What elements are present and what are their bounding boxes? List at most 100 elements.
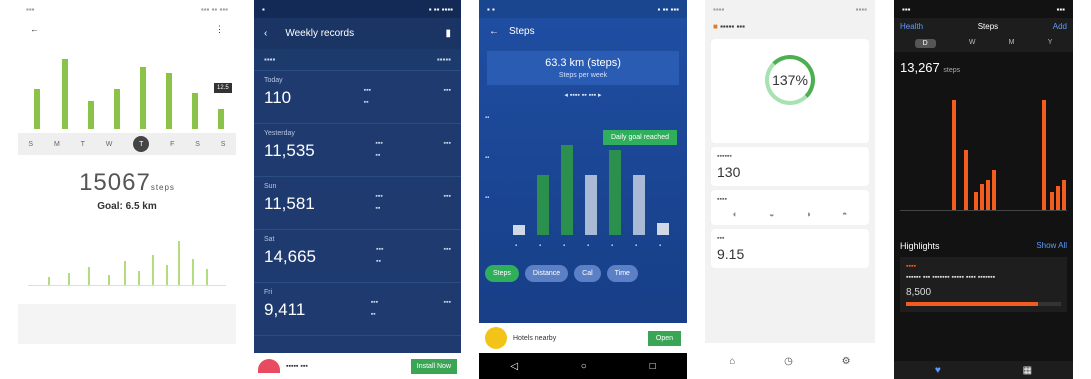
ad-banner[interactable]: Hotels nearby Open: [479, 323, 687, 353]
back-icon[interactable]: ←: [30, 24, 39, 35]
home-nav-icon[interactable]: ○: [581, 361, 587, 372]
y-tick: ▪▪: [485, 195, 490, 201]
nav-bar: Health Steps Add: [894, 18, 1073, 35]
bar: [585, 175, 597, 235]
system-nav: ◁ ○ □: [479, 353, 687, 379]
day-label[interactable]: T: [81, 141, 85, 148]
phone-weekly-records: ▪ ▪ ▪▪ ▪▪▪▪ ‹ Weekly records ▮ ▪▪▪▪ ▪▪▪▪▪ …: [254, 0, 461, 379]
grid-icon[interactable]: ▦: [1023, 365, 1032, 376]
icon[interactable]: ◒: [769, 209, 774, 219]
page-title: Weekly records: [285, 28, 355, 39]
bar: [34, 89, 40, 129]
add-link[interactable]: Add: [1053, 22, 1067, 31]
bar: [537, 175, 549, 235]
heart-icon[interactable]: ♥: [935, 365, 941, 376]
bar: [513, 225, 525, 235]
pill-time[interactable]: Time: [606, 265, 638, 282]
day-label[interactable]: S: [28, 141, 33, 148]
icon[interactable]: ◐: [733, 209, 738, 219]
phone-dashboard: ▪▪▪▪ ▪▪▪▪ ■ ▪▪▪▪▪ ▪▪▪ 137% ▪▪▪▪▪▪ 130 ▪▪▪…: [705, 0, 875, 379]
pill-cal[interactable]: Cal: [574, 265, 601, 282]
status-bar: ▪ ▪ ▪ ▪▪ ▪▪▪: [479, 0, 687, 18]
ad-banner[interactable]: ▪▪▪▪▪ ▪▪▪ Install Now: [254, 353, 461, 379]
record-value: 11,535: [264, 141, 315, 160]
stat-card[interactable]: ▪▪▪▪▪▪ 130: [711, 147, 869, 186]
back-icon[interactable]: ‹: [264, 28, 267, 39]
record-value: 9,411: [264, 300, 306, 319]
goal-badge: Daily goal reached: [603, 130, 677, 145]
stat-card[interactable]: ▪▪▪ 9.15: [711, 229, 869, 268]
highlight-card[interactable]: ▪▪▪▪ ▪▪▪▪▪▪ ▪▪▪ ▪▪▪▪▪▪▪ ▪▪▪▪▪ ▪▪▪▪ ▪▪▪▪▪…: [900, 257, 1067, 312]
record-date: Sat: [264, 236, 275, 243]
range-segmented: D W M Y: [894, 35, 1073, 52]
column-header: ▪▪▪▪ ▪▪▪▪▪: [254, 49, 461, 71]
record-row[interactable]: Sun 11,581 ▪▪▪ ▪▪ ▪▪▪: [254, 177, 461, 230]
status-bar: ▪▪▪ ▪▪▪ ▪▪ ▪▪▪: [26, 4, 228, 14]
back-icon[interactable]: ←: [489, 26, 499, 37]
pill-distance[interactable]: Distance: [524, 265, 569, 282]
seg-year[interactable]: Y: [1048, 39, 1053, 48]
bar: [980, 184, 984, 210]
step-count: 15067steps: [18, 169, 236, 197]
stat-card[interactable]: ▪▪▪▪ ◐ ◒ ◑ ◓: [711, 190, 869, 225]
day-selected[interactable]: T: [133, 136, 150, 152]
day-label[interactable]: F: [170, 141, 174, 148]
app-bar: ‹ Weekly records ▮: [254, 18, 461, 49]
pill-steps[interactable]: Steps: [485, 265, 519, 282]
app-header: ← ⋮: [18, 18, 236, 41]
day-label[interactable]: M: [54, 141, 60, 148]
day-label[interactable]: S: [221, 141, 226, 148]
menu-icon[interactable]: ⋮: [215, 24, 224, 35]
goal-ring-card[interactable]: 137%: [711, 39, 869, 143]
record-row[interactable]: Sat 14,665 ▪▪▪ ▪▪ ▪▪▪: [254, 230, 461, 283]
seg-month[interactable]: M: [1009, 39, 1015, 48]
record-row[interactable]: Fri 9,411 ▪▪▪ ▪▪ ▪▪▪: [254, 283, 461, 336]
hourly-chart: [28, 236, 226, 286]
menu-icon[interactable]: ▮: [445, 28, 451, 39]
home-icon[interactable]: ⌂: [729, 356, 735, 367]
day-label[interactable]: S: [195, 141, 200, 148]
step-value: 13,267: [900, 60, 940, 75]
icon[interactable]: ◓: [842, 209, 847, 219]
bar: [140, 67, 146, 129]
seg-day[interactable]: D: [914, 39, 936, 48]
bar: [192, 93, 198, 129]
y-tick: ▪▪: [485, 155, 490, 161]
status-bar: ▪ ▪ ▪▪ ▪▪▪▪: [254, 0, 461, 18]
history-icon[interactable]: ◷: [784, 356, 793, 367]
step-value: 15067: [79, 169, 151, 196]
bar: [964, 150, 968, 210]
ad-logo-icon: [258, 359, 280, 373]
bar: [218, 109, 224, 129]
record-row[interactable]: Yesterday 11,535 ▪▪▪ ▪▪ ▪▪▪: [254, 124, 461, 177]
bar: [657, 223, 669, 235]
day-selector[interactable]: S M T W T F S S: [18, 133, 236, 155]
header-label: ■ ▪▪▪▪▪ ▪▪▪: [713, 22, 745, 31]
ad-logo-icon: [485, 327, 507, 349]
phone-steps-weekly: ▪ ▪ ▪ ▪▪ ▪▪▪ ← Steps 63.3 km (steps) Step…: [479, 0, 687, 379]
back-link[interactable]: Health: [900, 22, 923, 31]
tab-bar: ♥ ▦: [894, 361, 1073, 379]
show-all-link[interactable]: Show All: [1036, 241, 1067, 251]
phone-steps-daily: ▪▪▪ ▪▪▪ ▪▪ ▪▪▪ ← ⋮ 12.5 S M T W T F S S 1…: [18, 0, 236, 379]
ad-open-button[interactable]: Open: [647, 330, 681, 346]
back-nav-icon[interactable]: ◁: [510, 361, 518, 372]
status-bar: ▪▪▪ ▪▪▪: [902, 4, 1065, 14]
settings-icon[interactable]: ⚙: [842, 356, 851, 367]
recents-nav-icon[interactable]: □: [650, 361, 656, 372]
seg-week[interactable]: W: [969, 39, 976, 48]
ad-install-button[interactable]: Install Now: [410, 358, 457, 374]
bar: [633, 175, 645, 235]
bar: [992, 170, 996, 210]
step-unit: steps: [943, 67, 961, 74]
bar-tooltip: 12.5: [214, 83, 232, 93]
bar: [124, 261, 126, 285]
record-row[interactable]: Today 110 ▪▪▪ ▪▪ ▪▪▪: [254, 71, 461, 124]
bar: [1056, 186, 1060, 210]
bar: [1042, 100, 1046, 210]
record-value: 14,665: [264, 247, 316, 266]
bar: [62, 59, 68, 129]
day-label[interactable]: W: [106, 141, 113, 148]
goal-ring: 137%: [765, 55, 815, 105]
icon[interactable]: ◑: [806, 209, 811, 219]
